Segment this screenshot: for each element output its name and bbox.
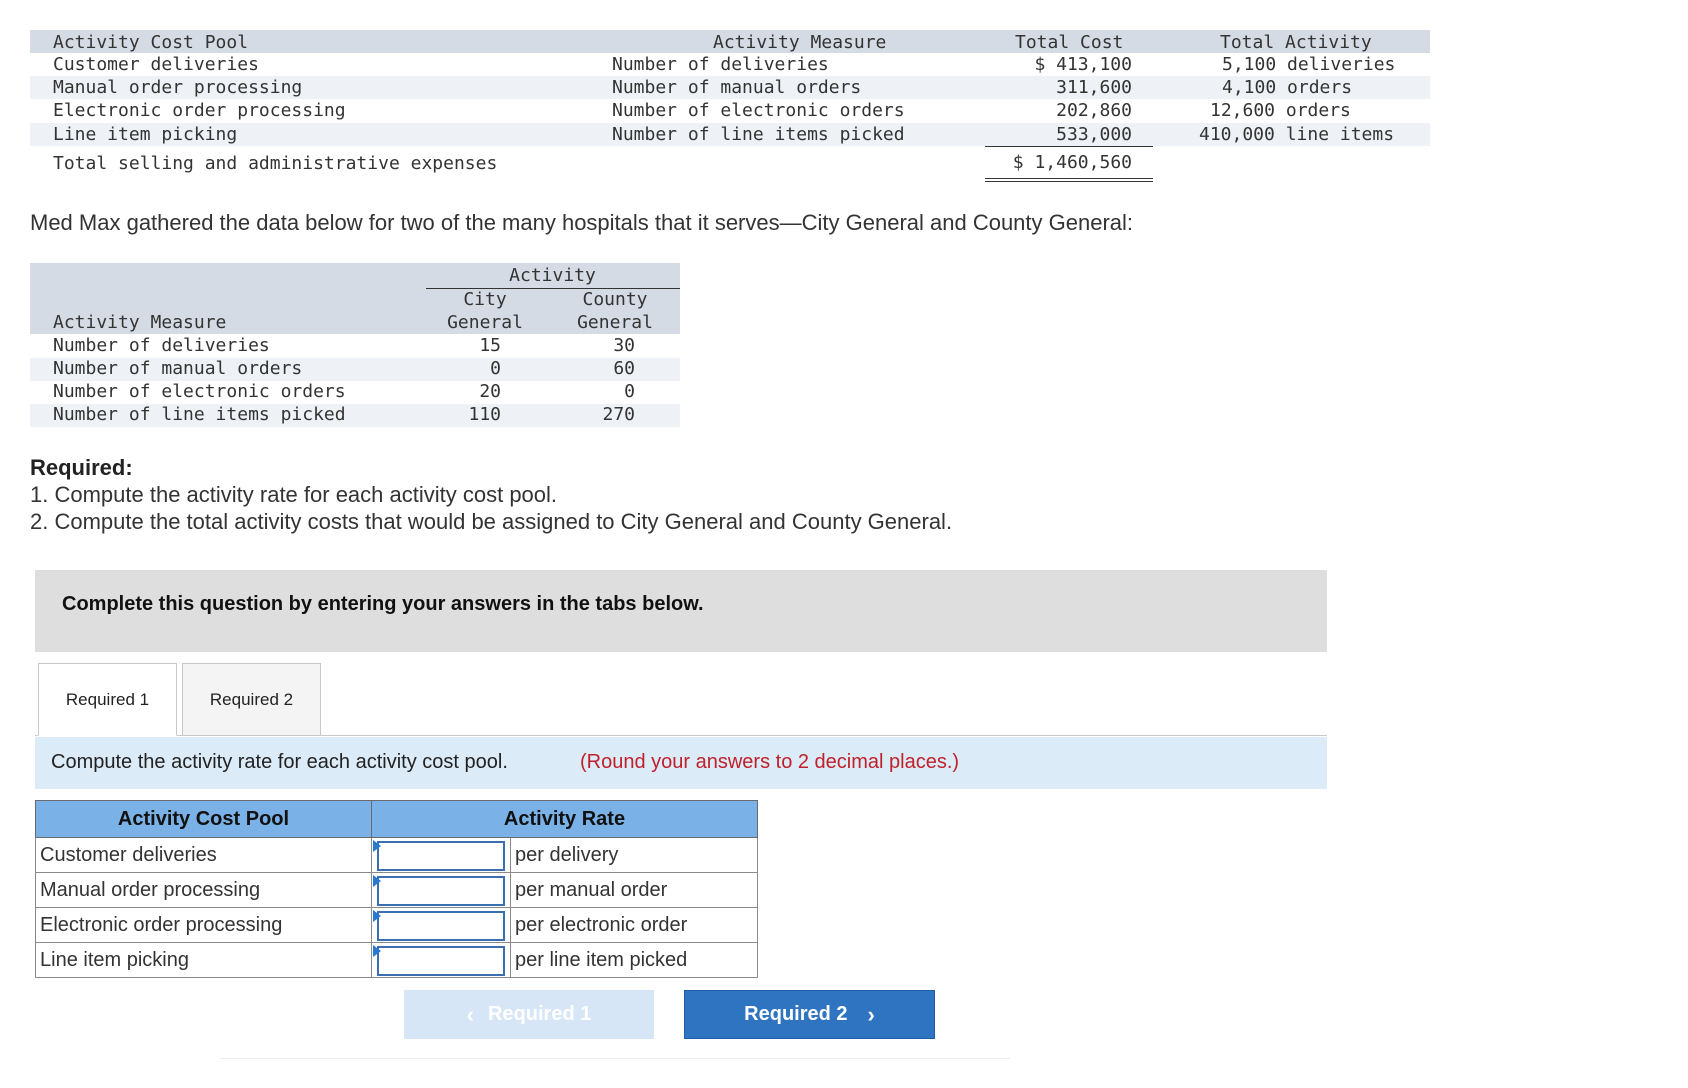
- city-general-value: 20: [479, 381, 501, 402]
- input-marker-icon: [373, 945, 381, 957]
- instruction-box: Complete this question by entering your …: [35, 570, 1327, 652]
- rate-cell: [371, 907, 511, 943]
- chevron-right-icon: ›: [867, 1001, 875, 1027]
- rate-input-manual-orders[interactable]: [377, 875, 505, 906]
- answer-table: Activity Cost Pool Activity Rate Custome…: [35, 800, 758, 978]
- rate-input-customer-deliveries[interactable]: [377, 840, 505, 871]
- county-general-value: 60: [613, 358, 635, 379]
- county-general-value: 270: [602, 404, 635, 425]
- input-marker-icon: [373, 910, 381, 922]
- total-label: Total selling and administrative expense…: [53, 153, 498, 174]
- total-activity-value: 410,000 line items: [1199, 124, 1395, 145]
- measure-header: Activity Measure: [713, 32, 887, 53]
- prev-button-label: Required 1: [487, 1003, 592, 1025]
- rate-unit: per delivery: [510, 837, 758, 873]
- rate-unit: per line item picked: [510, 942, 758, 978]
- subtotal-rule: [985, 146, 1153, 147]
- city-general-value: 0: [490, 358, 501, 379]
- table-row: Line item picking per line item picked: [35, 942, 758, 978]
- answer-table-header: Activity Cost Pool Activity Rate: [35, 800, 758, 838]
- total-double-rule: [985, 178, 1153, 179]
- activity-measure: Number of electronic orders: [612, 100, 905, 121]
- answer-pool-name: Electronic order processing: [35, 907, 372, 943]
- next-button-label: Required 2: [744, 1003, 848, 1025]
- hospital-measure: Number of manual orders: [53, 358, 303, 379]
- total-cost-header: Total Cost: [1015, 32, 1124, 53]
- rate-unit: per electronic order: [510, 907, 758, 943]
- prompt-note: (Round your answers to 2 decimal places.…: [580, 751, 960, 773]
- rate-unit: per manual order: [510, 872, 758, 908]
- rate-input-electronic-orders[interactable]: [377, 910, 505, 941]
- required-heading: Required:: [30, 455, 133, 480]
- prev-required-1-button[interactable]: ‹ Required 1: [404, 990, 654, 1039]
- total-value: $ 1,460,560: [1012, 152, 1132, 173]
- hospital-measure: Number of deliveries: [53, 335, 270, 356]
- total-cost-value: 202,860: [1056, 100, 1132, 121]
- answer-pool-name: Line item picking: [35, 942, 372, 978]
- cost-pool-name: Customer deliveries: [53, 54, 259, 75]
- rate-cell: [371, 837, 511, 873]
- hospital-measure: Number of line items picked: [53, 404, 346, 425]
- prompt-bar: Compute the activity rate for each activ…: [35, 737, 1327, 789]
- rate-cell: [371, 942, 511, 978]
- prompt-text: Compute the activity rate for each activ…: [51, 751, 508, 773]
- answer-pool-name: Manual order processing: [35, 872, 372, 908]
- table-row: Electronic order processing per electron…: [35, 907, 758, 943]
- cost-pool-name: Electronic order processing: [53, 100, 346, 121]
- activity-measure: Number of manual orders: [612, 77, 862, 98]
- hospital-measure: Number of electronic orders: [53, 381, 346, 402]
- county-general-header-line1: County: [582, 289, 648, 310]
- total-activity-value: 5,100 deliveries: [1222, 54, 1396, 75]
- table-row: Customer deliveries per delivery: [35, 837, 758, 873]
- input-marker-icon: [373, 875, 381, 887]
- total-cost-value: 533,000: [1056, 124, 1132, 145]
- required-item-2: 2. Compute the total activity costs that…: [30, 509, 953, 534]
- total-cost-value: 311,600: [1056, 77, 1132, 98]
- county-general-value: 0: [624, 381, 635, 402]
- city-general-header-line2: General: [447, 312, 523, 333]
- col-activity-cost-pool: Activity Cost Pool: [35, 800, 372, 838]
- next-required-2-button[interactable]: Required 2 ›: [684, 990, 935, 1039]
- instruction-text: Complete this question by entering your …: [62, 593, 704, 615]
- rate-cell: [371, 872, 511, 908]
- rate-input-line-items[interactable]: [377, 945, 505, 976]
- activity-measure: Number of line items picked: [612, 124, 905, 145]
- required-item-1: 1. Compute the activity rate for each ac…: [30, 482, 558, 507]
- col-activity-rate: Activity Rate: [371, 800, 758, 838]
- activity-measure-header: Activity Measure: [53, 312, 227, 333]
- table-row: Manual order processing per manual order: [35, 872, 758, 908]
- county-general-header-line2: General: [577, 312, 653, 333]
- intro-text: Med Max gathered the data below for two …: [30, 210, 1134, 235]
- answer-pool-name: Customer deliveries: [35, 837, 372, 873]
- cost-pool-header: Activity Cost Pool: [53, 32, 249, 53]
- city-general-header-line1: City: [463, 289, 507, 310]
- city-general-value: 110: [468, 404, 501, 425]
- input-marker-icon: [373, 840, 381, 852]
- activity-group-header: Activity: [509, 265, 596, 286]
- county-general-value: 30: [613, 335, 635, 356]
- total-activity-header: Total Activity: [1220, 32, 1372, 53]
- tab-required-2[interactable]: Required 2: [182, 663, 321, 736]
- total-double-rule: [985, 181, 1153, 182]
- cost-pool-name: Manual order processing: [53, 77, 303, 98]
- bottom-divider: [220, 1058, 1010, 1059]
- cost-pool-name: Line item picking: [53, 124, 238, 145]
- total-cost-value: $ 413,100: [1034, 54, 1132, 75]
- chevron-left-icon: ‹: [466, 1001, 474, 1027]
- tab-required-1[interactable]: Required 1: [38, 663, 177, 736]
- city-general-value: 15: [479, 335, 501, 356]
- total-activity-value: 4,100 orders: [1222, 77, 1353, 98]
- tab-divider: [35, 735, 1327, 736]
- activity-measure: Number of deliveries: [612, 54, 829, 75]
- total-activity-value: 12,600 orders: [1210, 100, 1351, 121]
